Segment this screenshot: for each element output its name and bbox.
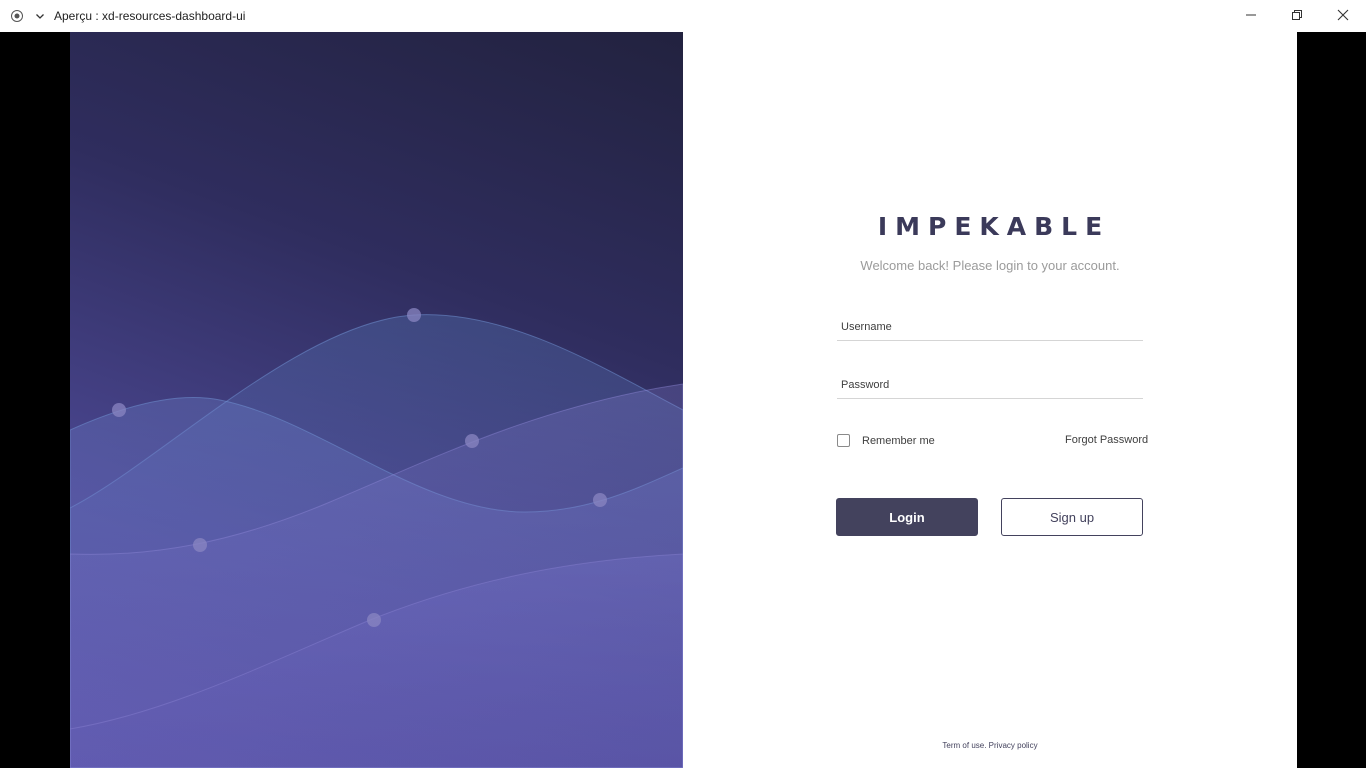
minimize-button[interactable] bbox=[1228, 0, 1274, 32]
signup-button[interactable]: Sign up bbox=[1001, 498, 1143, 536]
window-controls bbox=[1228, 0, 1366, 32]
login-button[interactable]: Login bbox=[836, 498, 978, 536]
restore-button[interactable] bbox=[1274, 0, 1320, 32]
restore-icon bbox=[1291, 9, 1303, 24]
password-input[interactable] bbox=[837, 371, 1143, 399]
hero-illustration-panel bbox=[70, 32, 683, 768]
terms-of-use-link[interactable]: Term of use. bbox=[942, 741, 986, 750]
close-icon bbox=[1337, 9, 1349, 24]
wave-dot bbox=[193, 538, 207, 552]
wave-dot bbox=[593, 493, 607, 507]
window-titlebar: Aperçu : xd-resources-dashboard-ui bbox=[0, 0, 1366, 32]
remember-me-label: Remember me bbox=[862, 434, 935, 447]
privacy-policy-link[interactable]: Privacy policy bbox=[989, 741, 1038, 750]
login-panel: IMPEKABLE Welcome back! Please login to … bbox=[683, 32, 1297, 768]
minimize-icon bbox=[1245, 9, 1257, 24]
brand-logo: IMPEKABLE bbox=[877, 212, 1111, 241]
wave-dot bbox=[112, 403, 126, 417]
close-button[interactable] bbox=[1320, 0, 1366, 32]
wave-dot bbox=[407, 308, 421, 322]
window-title: Aperçu : xd-resources-dashboard-ui bbox=[54, 9, 246, 23]
footer-links: Term of use. Privacy policy bbox=[683, 741, 1297, 750]
wave-illustration bbox=[70, 308, 683, 768]
wave-dot bbox=[367, 613, 381, 627]
remember-me-checkbox[interactable] bbox=[837, 434, 850, 447]
wave-dot bbox=[465, 434, 479, 448]
forgot-password-link[interactable]: Forgot Password bbox=[1065, 434, 1148, 446]
username-input[interactable] bbox=[837, 313, 1143, 341]
app-icon[interactable] bbox=[10, 9, 24, 23]
remember-me-toggle[interactable]: Remember me bbox=[837, 434, 935, 447]
welcome-text: Welcome back! Please login to your accou… bbox=[860, 258, 1120, 273]
chevron-down-icon[interactable] bbox=[33, 9, 47, 23]
